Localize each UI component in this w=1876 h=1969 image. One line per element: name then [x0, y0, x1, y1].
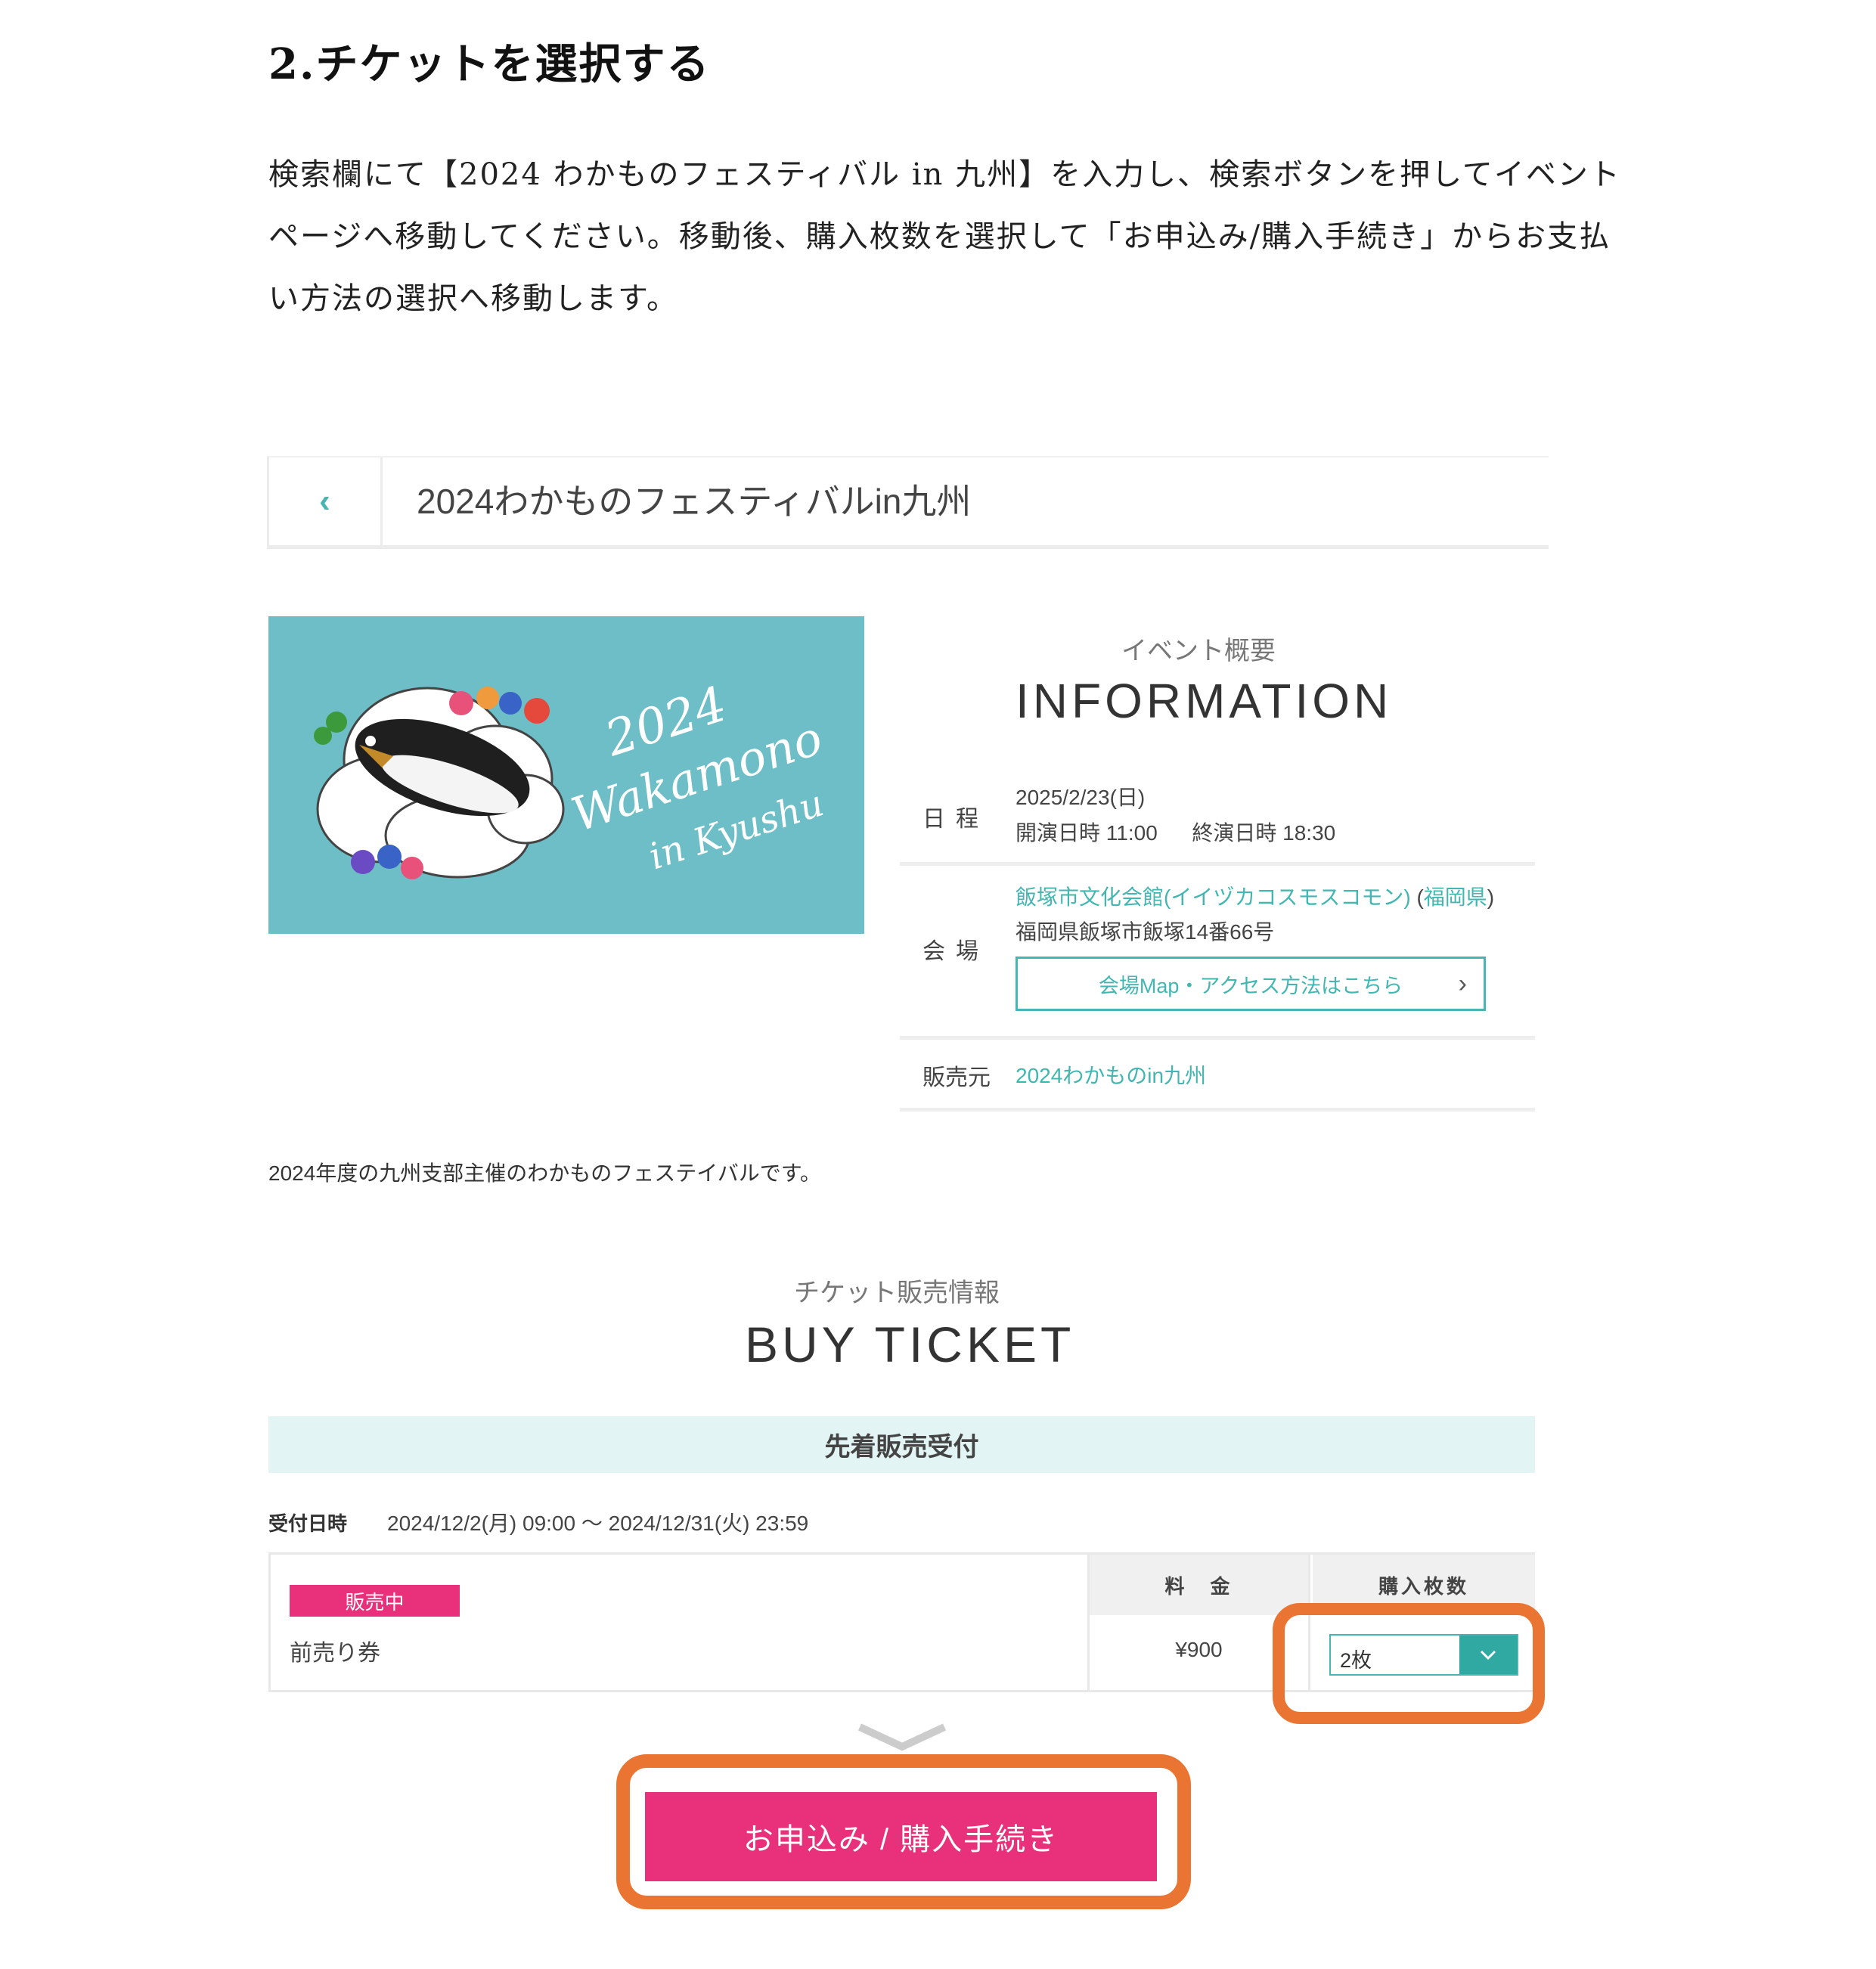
ticket-title: BUY TICKET: [745, 1316, 1075, 1372]
close-label: 終演日時: [1192, 821, 1277, 845]
event-banner: 2024 Wakamono in Kyushu: [268, 616, 864, 934]
price-header: 料 金: [1090, 1555, 1308, 1615]
venue-map-button[interactable]: 会場Map・アクセス方法はこちら ›: [1016, 957, 1486, 1011]
down-arrow-icon: [857, 1722, 947, 1757]
event-description: 2024年度の九州支部主催のわかものフェステイバルです。: [268, 1161, 821, 1185]
event-page-title: 2024わかものフェスティバルin九州: [417, 482, 972, 521]
info-title: INFORMATION: [1016, 674, 1393, 728]
venue-map-label: 会場Map・アクセス方法はこちら: [1098, 974, 1403, 997]
status-badge: 販売中: [290, 1585, 460, 1617]
back-button[interactable]: ‹: [269, 457, 383, 545]
period-value: 2024/12/2(月) 09:00 ～ 2024/12/31(火) 23:59: [387, 1512, 809, 1535]
venue-row: 会場 飯塚市文化会館(イイヅカコスモスコモン) (福岡県) 福岡県飯塚市飯塚14…: [900, 866, 1535, 1040]
mascot-illustration: 2024 Wakamono in Kyushu: [314, 677, 829, 879]
schedule-row: 日程 2025/2/23(日) 開演日時 11:00 終演日時 18:30: [900, 764, 1535, 866]
schedule-date: 2025/2/23(日): [1016, 786, 1146, 809]
period-label: 受付日時: [268, 1512, 348, 1535]
instructions: 検索欄にて【2024 わかものフェスティバル in 九州】を入力し、検索ボタンを…: [268, 157, 1621, 316]
apply-highlight: [616, 1754, 1191, 1909]
step-title: 2.チケットを選択する: [268, 39, 711, 89]
venue-name-line: 飯塚市文化会館(イイヅカコスモスコモン) (福岡県): [1016, 885, 1495, 909]
close-time: 18:30: [1282, 821, 1336, 845]
open-label: 開演日時: [1016, 821, 1101, 845]
chevron-right-icon: ›: [1458, 969, 1467, 998]
ticket-name: 前売り券: [290, 1641, 380, 1666]
venue-name-link[interactable]: 飯塚市文化会館(イイヅカコスモスコモン): [1016, 885, 1411, 909]
banner-lettering: 2024 Wakamono in Kyushu: [565, 677, 829, 879]
seller-row: 販売元 2024わかものin九州: [900, 1040, 1535, 1112]
venue-address: 福岡県飯塚市飯塚14番66号: [1016, 920, 1275, 944]
schedule-times: 開演日時 11:00 終演日時 18:30: [1016, 817, 1335, 847]
seller-link[interactable]: 2024わかものin九州: [1016, 1059, 1206, 1090]
sales-type-band: 先着販売受付: [268, 1416, 1535, 1473]
schedule-label: 日程: [922, 807, 989, 832]
chevron-left-icon: ‹: [319, 482, 330, 519]
open-time: 11:00: [1105, 821, 1158, 845]
ticket-subtitle: チケット販売情報: [794, 1279, 1000, 1307]
venue-prefecture-link[interactable]: 福岡県: [1424, 885, 1487, 909]
info-subtitle: イベント概要: [1121, 637, 1276, 665]
venue-label: 会場: [922, 939, 989, 964]
event-header: ‹ 2024わかものフェスティバルin九州: [267, 456, 1549, 549]
quantity-highlight: [1273, 1603, 1545, 1724]
ticket-name-cell: 販売中 前売り券: [271, 1555, 1090, 1690]
seller-label: 販売元: [922, 1065, 991, 1090]
